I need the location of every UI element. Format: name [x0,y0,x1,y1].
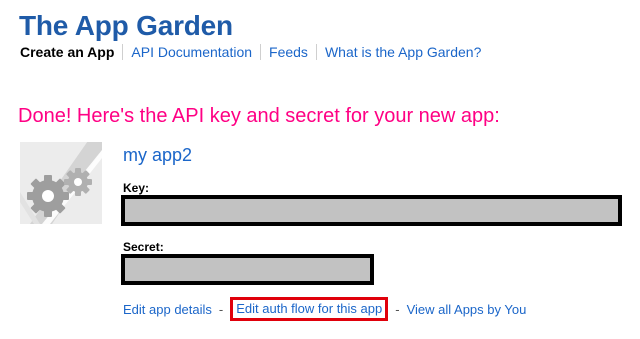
view-all-apps-link[interactable]: View all Apps by You [407,302,527,317]
action-separator: - [395,301,400,317]
edit-app-details-link[interactable]: Edit app details [123,302,212,317]
highlight-box: Edit auth flow for this app [230,297,389,321]
main-nav: Create an App API Documentation Feeds Wh… [20,44,489,60]
api-secret-redacted [121,254,374,285]
secret-label: Secret: [123,240,164,254]
nav-feeds[interactable]: Feeds [260,44,316,60]
key-label: Key: [123,181,150,195]
action-separator: - [218,301,224,317]
success-heading: Done! Here's the API key and secret for … [18,105,500,127]
nav-api-documentation[interactable]: API Documentation [122,44,260,60]
gear-icon [20,142,102,224]
app-actions: Edit app details - Edit auth flow for th… [123,297,527,321]
nav-what-is-app-garden[interactable]: What is the App Garden? [315,44,489,60]
api-key-redacted [121,195,622,226]
app-garden-page: The App Garden Create an App API Documen… [0,0,640,339]
site-title[interactable]: The App Garden [19,10,233,42]
app-name-link[interactable]: my app2 [123,145,192,166]
edit-auth-flow-link[interactable]: Edit auth flow for this app [236,301,382,316]
nav-create-app[interactable]: Create an App [20,44,122,60]
